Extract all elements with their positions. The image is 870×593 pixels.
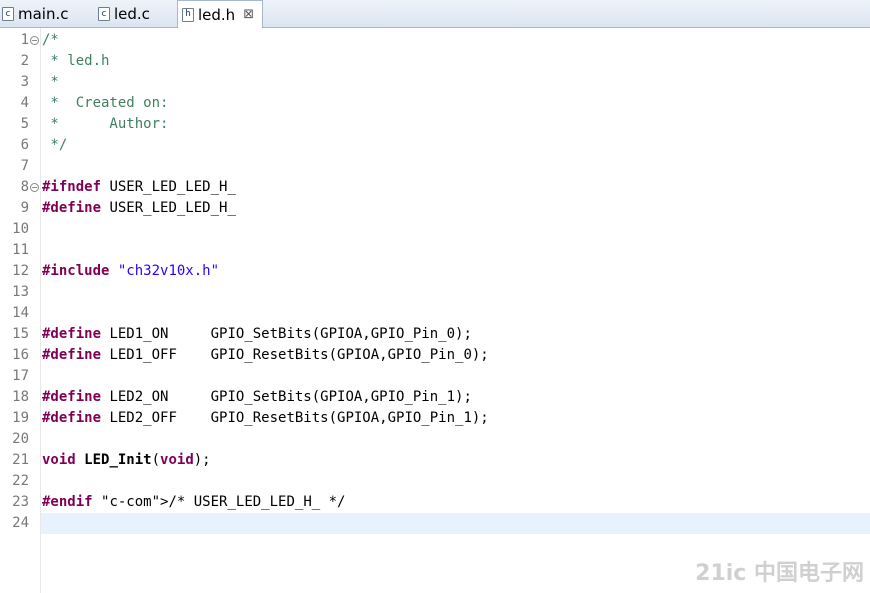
line-number: 11 — [12, 242, 29, 258]
line-number: 22 — [12, 473, 29, 489]
h-file-icon: h — [182, 7, 194, 22]
line-number: 1 — [20, 32, 29, 48]
line-number: 21 — [12, 452, 29, 468]
code-line: #define USER_LED_LED_H_ — [42, 200, 236, 216]
code-line: /* — [42, 32, 59, 48]
code-line: #include "ch32v10x.h" — [42, 263, 220, 279]
line-number: 7 — [20, 158, 29, 174]
line-number: 17 — [12, 368, 29, 384]
tab-led-h[interactable]: h led.h ⊠ — [177, 0, 263, 29]
code-line: #ifndef USER_LED_LED_H_ — [42, 179, 236, 195]
line-number: 16 — [12, 347, 29, 363]
line-number: 10 — [12, 221, 29, 237]
line-number: 18 — [12, 389, 29, 405]
code-line: #define LED2_OFF GPIO_ResetBits(GPIOA,GP… — [42, 410, 489, 426]
fold-toggle-icon[interactable]: − — [30, 183, 39, 192]
line-number: 23 — [12, 494, 29, 510]
line-number: 24 — [12, 515, 29, 531]
watermark-logo: 21ic 中国电子网 — [695, 561, 864, 586]
line-number: 12 — [12, 263, 29, 279]
line-number: 15 — [12, 326, 29, 342]
c-file-icon: c — [2, 7, 14, 21]
code-line: #define LED1_ON GPIO_SetBits(GPIOA,GPIO_… — [42, 326, 472, 342]
code-line: #endif "c-com">/* USER_LED_LED_H_ */ — [42, 494, 346, 510]
code-line: * Created on: — [42, 95, 169, 111]
line-number: 6 — [20, 137, 29, 153]
code-line: */ — [42, 137, 68, 153]
close-icon[interactable]: ⊠ — [243, 7, 254, 22]
code-editor[interactable]: 1 2 3 4 5 6 7 8 9 10 11 12 13 14 15 16 1… — [0, 28, 870, 593]
tab-led-c[interactable]: c led.c — [98, 0, 176, 28]
line-number: 8 — [20, 179, 29, 195]
code-line: * — [42, 74, 59, 90]
code-line: #define LED1_OFF GPIO_ResetBits(GPIOA,GP… — [42, 347, 489, 363]
tab-label: main.c — [18, 5, 69, 23]
current-line-highlight — [41, 513, 870, 534]
code-line: void LED_Init(void); — [42, 452, 211, 468]
fold-toggle-icon[interactable]: − — [30, 36, 39, 45]
line-number: 19 — [12, 410, 29, 426]
line-number: 14 — [12, 305, 29, 321]
line-number: 5 — [20, 116, 29, 132]
line-number: 9 — [20, 200, 29, 216]
line-number: 4 — [20, 95, 29, 111]
line-number: 3 — [20, 74, 29, 90]
tab-label: led.h — [198, 5, 236, 24]
code-line: * led.h — [42, 53, 110, 69]
line-number: 20 — [12, 431, 29, 447]
line-number: 13 — [12, 284, 29, 300]
editor-tab-bar: c main.c c led.c h led.h ⊠ — [0, 0, 870, 29]
line-number: 2 — [20, 53, 29, 69]
line-number-gutter: 1 2 3 4 5 6 7 8 9 10 11 12 13 14 15 16 1… — [0, 28, 41, 593]
c-file-icon: c — [98, 7, 110, 21]
code-line: * Author: — [42, 116, 169, 132]
code-line: #define LED2_ON GPIO_SetBits(GPIOA,GPIO_… — [42, 389, 472, 405]
tab-main-c[interactable]: c main.c — [2, 0, 92, 28]
tab-label: led.c — [114, 5, 150, 23]
